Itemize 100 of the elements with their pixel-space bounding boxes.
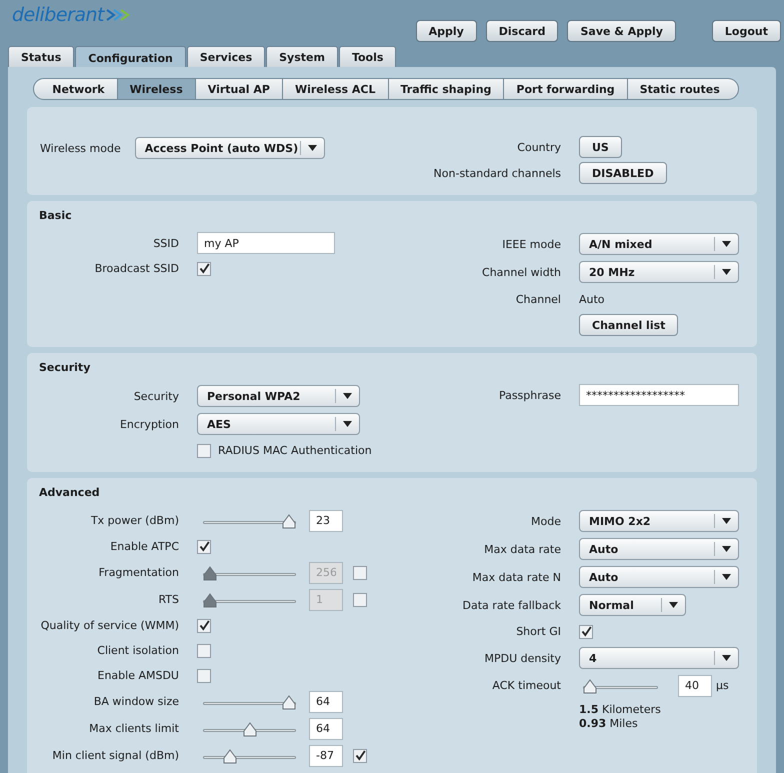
field-label: SSID: [153, 236, 179, 250]
slider-thumb[interactable]: [222, 748, 237, 764]
field-label: Channel width: [482, 266, 561, 278]
slider-track[interactable]: [203, 592, 296, 606]
dropdown[interactable]: Auto: [579, 538, 739, 560]
checkbox[interactable]: [197, 668, 211, 682]
header-button[interactable]: Apply: [416, 20, 477, 42]
field-label: Max clients limit: [89, 722, 179, 735]
dropdown[interactable]: Auto: [579, 566, 739, 588]
sub-tab[interactable]: Traffic shaping: [388, 78, 504, 100]
checkbox[interactable]: [579, 624, 593, 638]
field-label: ACK timeout: [492, 679, 561, 692]
field-label: Passphrase: [498, 388, 561, 402]
sub-tab[interactable]: Virtual AP: [196, 78, 283, 100]
header-button[interactable]: Save & Apply: [567, 20, 676, 42]
distance-readout: 1.5 Kilometers: [579, 703, 661, 716]
section-title: Basic: [39, 209, 73, 223]
caret-icon: [722, 574, 731, 580]
caret-icon: [722, 241, 731, 247]
field-label: Enable AMSDU: [98, 669, 179, 682]
main-tab[interactable]: System: [266, 46, 338, 67]
header-button[interactable]: Discard: [486, 20, 558, 42]
checkbox-label: RADIUS MAC Authentication: [218, 444, 372, 457]
option-button[interactable]: Channel list: [579, 314, 678, 336]
caret-icon: [722, 546, 731, 552]
slider-track[interactable]: [203, 748, 296, 762]
main-tab[interactable]: Status: [8, 46, 74, 67]
checkbox[interactable]: [353, 748, 367, 762]
slider-thumb[interactable]: [242, 722, 256, 736]
sub-tab[interactable]: Port forwarding: [504, 78, 628, 100]
option-button[interactable]: US: [579, 136, 622, 158]
caret-icon: [722, 518, 731, 524]
main-tab[interactable]: Tools: [338, 46, 396, 67]
dropdown[interactable]: AES: [197, 413, 360, 435]
field-label: Data rate fallback: [462, 598, 561, 612]
checkbox[interactable]: [197, 444, 211, 458]
field-label: Short GI: [516, 625, 561, 638]
number-field[interactable]: -87: [309, 744, 343, 766]
header-button[interactable]: Logout: [712, 20, 781, 42]
dropdown[interactable]: A/N mixed: [579, 233, 739, 255]
field-label: MPDU density: [484, 652, 561, 664]
field-label: Encryption: [120, 418, 179, 430]
caret-icon: [722, 655, 731, 661]
field-label: Channel: [516, 292, 561, 306]
slider-track[interactable]: [203, 722, 296, 736]
dropdown[interactable]: Personal WPA2: [197, 385, 360, 407]
field-label: Wireless mode: [40, 142, 121, 154]
field-label: Tx power (dBm): [90, 514, 179, 527]
dropdown[interactable]: Access Point (auto WDS): [134, 137, 325, 159]
field-label: Client isolation: [97, 644, 179, 657]
field-label: Security: [134, 390, 179, 402]
sub-tab[interactable]: Wireless ACL: [282, 78, 388, 100]
caret-icon: [343, 421, 352, 427]
sub-tab[interactable]: Static routes: [628, 78, 739, 100]
logo: deliberant: [12, 4, 134, 26]
dropdown[interactable]: Normal: [579, 594, 686, 616]
sub-tab[interactable]: Wireless: [118, 78, 196, 100]
field-label: RTS: [158, 593, 179, 606]
slider-track[interactable]: [203, 514, 296, 528]
unit-label: µs: [716, 679, 729, 692]
number-field[interactable]: 40: [678, 674, 712, 696]
dropdown[interactable]: MIMO 2x2: [579, 510, 739, 532]
field-value: Auto: [579, 292, 605, 306]
dropdown[interactable]: 20 MHz: [579, 261, 739, 283]
caret-icon: [308, 145, 317, 151]
text-field[interactable]: ******************: [579, 384, 739, 406]
text-field[interactable]: my AP: [197, 232, 335, 254]
field-label: Mode: [531, 514, 561, 528]
caret-icon: [343, 393, 352, 399]
number-field[interactable]: 23: [309, 510, 343, 532]
field-label: Country: [517, 140, 561, 154]
field-label: Broadcast SSID: [94, 262, 179, 275]
main-tab[interactable]: Services: [186, 46, 266, 67]
checkbox[interactable]: [197, 644, 211, 658]
distance-readout: 0.93 Miles: [579, 717, 639, 730]
field-label: Min client signal (dBm): [52, 749, 179, 762]
field-label: Quality of service (WMM): [40, 619, 179, 632]
slider-track[interactable]: [583, 678, 658, 692]
sub-tab[interactable]: Network: [33, 78, 118, 100]
field-label: Max data rate N: [472, 570, 561, 584]
checkbox[interactable]: [197, 262, 211, 276]
slider-thumb[interactable]: [282, 694, 296, 710]
main-tab[interactable]: Configuration: [75, 46, 186, 67]
caret-icon: [669, 602, 678, 608]
slider-track[interactable]: [203, 566, 296, 580]
field-label: BA window size: [94, 695, 179, 708]
field-label: Enable ATPC: [110, 540, 179, 553]
checkbox[interactable]: [197, 618, 211, 632]
dropdown[interactable]: 4: [579, 647, 739, 669]
slider-thumb[interactable]: [583, 678, 597, 694]
field-label: Non-standard channels: [434, 166, 561, 180]
slider-thumb[interactable]: [282, 514, 296, 528]
field-label: Max data rate: [484, 542, 561, 556]
number-field[interactable]: 64: [309, 718, 343, 740]
number-field[interactable]: 64: [309, 690, 343, 712]
field-label: IEEE mode: [502, 238, 561, 250]
slider-track[interactable]: [203, 694, 296, 708]
field-label: Fragmentation: [98, 566, 179, 579]
checkbox[interactable]: [197, 540, 211, 554]
option-button[interactable]: DISABLED: [579, 162, 667, 184]
